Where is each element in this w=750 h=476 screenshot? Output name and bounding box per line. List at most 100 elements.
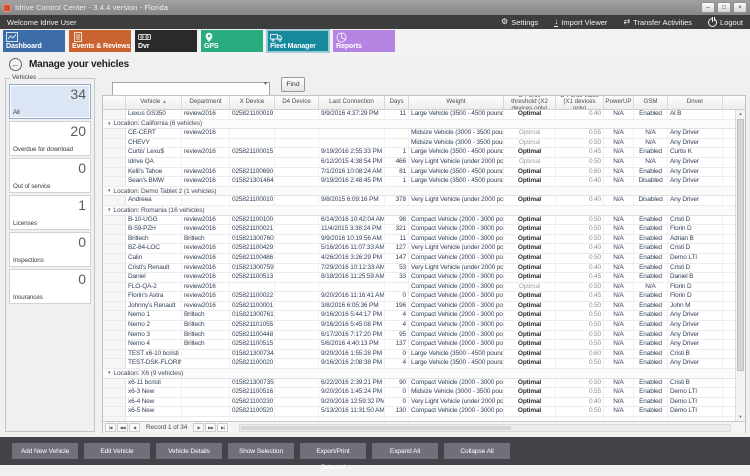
edit-vehicle-button[interactable]: Edit Vehicle [84, 443, 150, 459]
menu-item-settings[interactable]: ⚙ Settings [501, 18, 538, 27]
collapse-all-button[interactable]: Collapse All [444, 443, 510, 459]
menu-item-logout[interactable]: Logout [708, 16, 743, 27]
tab-dvr[interactable]: Dvr [135, 30, 197, 52]
cell-vehicle: Curtis' Lexu$ [126, 148, 182, 157]
collapse-group-icon[interactable]: ▾ [108, 121, 111, 127]
column-header-label: G-Force threshold (X2 devices only) [511, 96, 548, 109]
table-row[interactable]: Kelli's Tahoe review2016 025821100690 7/1/2… [103, 167, 745, 178]
cell-g-value: 0.60 [556, 167, 604, 177]
group-row[interactable]: ▾ Location: X6 (9 vehicles) [103, 369, 745, 379]
table-row[interactable]: Johnny's Renault review2016 025821100001 3/… [103, 301, 745, 312]
column-header-x-device[interactable]: X Device [230, 96, 275, 109]
back-arrow-icon[interactable]: ← [9, 57, 22, 71]
collapse-group-icon[interactable]: ▾ [108, 188, 111, 194]
tab-gps[interactable]: GPS [201, 30, 263, 52]
table-row[interactable]: CHEVY Midsize Vehicle (3000 - 3500 pounds… [103, 138, 745, 149]
table-row[interactable]: Idrive QA 6/12/2015 4:38:54 PM 466 Very Lig… [103, 157, 745, 168]
tab-reports[interactable]: Reports [333, 30, 395, 52]
table-row[interactable]: Lexus GS350 review2016 025821100019 9/9/201… [103, 110, 745, 120]
column-header-d4-device[interactable]: D4 Device [275, 96, 319, 109]
cell-g-value: 0.40 [556, 244, 604, 253]
horizontal-scrollbar-thumb[interactable] [241, 425, 511, 430]
maximize-button[interactable]: □ [717, 2, 731, 13]
column-header-powerup[interactable]: PowerUP [604, 96, 634, 109]
table-row[interactable]: TEST x6-10 bcristi 015821300734 9/20/2016 … [103, 349, 745, 360]
table-row[interactable]: Nemo 3 Briltech 025821100448 6/17/2016 7:17… [103, 330, 745, 341]
export-print-selected-button[interactable]: Export/Print Selected [300, 443, 366, 471]
column-header-g-force-threshold-x2-devices-only-[interactable]: G-Force threshold (X2 devices only) [504, 96, 556, 109]
vehicle-details-button[interactable]: Vehicle Details [156, 443, 222, 459]
table-row[interactable]: BZ-84-LOC review2016 025821100429 5/16/2016… [103, 244, 745, 254]
table-row[interactable] [103, 417, 745, 421]
table-row[interactable]: CE-CERT review2016 Midsize Vehicle (3000 -… [103, 129, 745, 139]
table-row[interactable]: x6-3 New 025821100516 9/20/2016 1:45:24 PM… [103, 388, 745, 398]
sidebar-card-out-of-service[interactable]: 0 Out of service [9, 158, 91, 193]
sidebar-card-all[interactable]: 34 All [9, 84, 91, 119]
table-row[interactable]: TEST-DSK-FLORIN 025821100020 9/16/2016 2:0… [103, 359, 745, 370]
table-row[interactable]: Sean's BMW review2016 015821301464 9/19/201… [103, 177, 745, 187]
sidebar-card-inspections[interactable]: 0 Inspections [9, 232, 91, 267]
table-row[interactable]: B-10-UGG review2016 025821100100 6/14/2016 … [103, 215, 745, 226]
expand-all-button[interactable]: Expand All [372, 443, 438, 459]
cell-days: 466 [385, 157, 409, 167]
column-header-vehicle[interactable]: Vehicle ▲ [126, 96, 182, 109]
vertical-scrollbar-thumb[interactable] [737, 119, 744, 371]
table-row[interactable]: Nemo 4 Briltech 025821100515 5/6/2016 4:40:… [103, 340, 745, 350]
next-record-button[interactable]: ▶ [193, 423, 205, 432]
column-header-days[interactable]: Days [385, 96, 409, 109]
sidebar-card-insurances[interactable]: 0 Insurances [9, 269, 91, 304]
row-indicator [103, 388, 126, 397]
show-selection-button[interactable]: Show Selection [228, 443, 294, 459]
table-row[interactable]: Calin review2016 025821100486 4/26/2016 3:2… [103, 253, 745, 264]
table-row[interactable]: Nemo 1 Briltech 015821300761 9/16/2016 5:44… [103, 311, 745, 322]
table-row[interactable]: x6-4 New 025821100230 9/20/2016 12:59:32 P… [103, 397, 745, 408]
find-button[interactable]: Find [281, 77, 305, 92]
table-row[interactable]: B-59-PZH review2016 025821100021 11/4/2015 … [103, 225, 745, 235]
scroll-down-icon[interactable]: ▼ [736, 413, 745, 421]
sidebar-card-licenses[interactable]: 1 Licenses [9, 195, 91, 230]
group-row[interactable]: ▾ Location: California (6 vehicles) [103, 119, 745, 130]
column-header-gsm[interactable]: GSM [634, 96, 668, 109]
last-record-button[interactable]: ▶| [217, 423, 229, 432]
table-row[interactable]: Florin's Astra review2016 025821100022 9/20… [103, 292, 745, 302]
table-row[interactable]: Curtis' Lexu$ review2016 025821100015 9/19/… [103, 148, 745, 158]
table-row[interactable]: Cristi's Renault review2016 015821300759 7/… [103, 263, 745, 274]
table-row[interactable]: x6-11 bcristi 015821300735 6/22/2016 2:39:… [103, 378, 745, 389]
table-row[interactable]: FLO-QA-2 review2016 Compact Vehicle (2000 … [103, 282, 745, 293]
column-header-weight[interactable]: Weight [409, 96, 504, 109]
menu-item-import-viewer[interactable]: ↓ Import Viewer [554, 17, 607, 27]
table-row[interactable]: Daniel review2016 025821100513 8/18/2016 11… [103, 273, 745, 283]
scroll-up-icon[interactable]: ▲ [736, 110, 745, 118]
cell-powerup [604, 417, 634, 421]
menu-item-transfer-activities[interactable]: ⇄ Transfer Activities [623, 18, 692, 27]
filler-cell [723, 158, 735, 167]
column-header-g-force-value-x1-devices-only-[interactable]: G-Force value (X1 devices only) [556, 96, 604, 109]
column-header-last-connection[interactable]: Last Connection [319, 96, 385, 109]
first-record-button[interactable]: |◀ [105, 423, 116, 432]
group-row[interactable]: ▾ Location: Romania (16 vehicles) [103, 205, 745, 216]
tab-events-reviews[interactable]: Events & Reviews [69, 30, 131, 52]
minimize-button[interactable]: – [701, 2, 715, 13]
vertical-scrollbar[interactable]: ▲ ▼ [735, 110, 745, 421]
column-header-department[interactable]: Department [182, 96, 230, 109]
vehicle-search-input[interactable] [112, 81, 270, 96]
prev-page-button[interactable]: ◀◀ [117, 423, 128, 432]
close-button[interactable]: × [733, 2, 747, 13]
sidebar-card-overdue-for-download[interactable]: 20 Overdue for download [9, 121, 91, 156]
group-row[interactable]: ▾ Location: Demo Tablet 2 (1 vehicles) [103, 186, 745, 197]
collapse-group-icon[interactable]: ▾ [108, 207, 111, 213]
tab-dashboard[interactable]: Dashboard [3, 30, 65, 52]
table-row[interactable]: Nemo 2 Briltech 025821101055 9/16/2016 5:45… [103, 321, 745, 331]
next-page-button[interactable]: ▶▶ [205, 423, 217, 432]
add-new-vehicle-button[interactable]: Add New Vehicle [12, 443, 78, 459]
collapse-group-icon[interactable]: ▾ [108, 370, 111, 376]
prev-record-button[interactable]: ◀ [129, 423, 140, 432]
horizontal-scrollbar[interactable] [239, 423, 731, 432]
table-row[interactable]: x6-5 New 025821100520 5/13/2016 11:31:50 A… [103, 407, 745, 417]
table-row[interactable]: Briltech Briltech 015821300760 9/9/2016 10:… [103, 234, 745, 245]
table-row[interactable]: Andreea 025821100010 9/8/2015 6:09:16 PM 37… [103, 196, 745, 206]
tab-fleet-manager[interactable]: Fleet Manager [267, 30, 329, 52]
cell-gsm: Enabled [634, 253, 668, 263]
column-header-driver[interactable]: Driver [668, 96, 723, 109]
cell-days: 4 [385, 311, 409, 321]
